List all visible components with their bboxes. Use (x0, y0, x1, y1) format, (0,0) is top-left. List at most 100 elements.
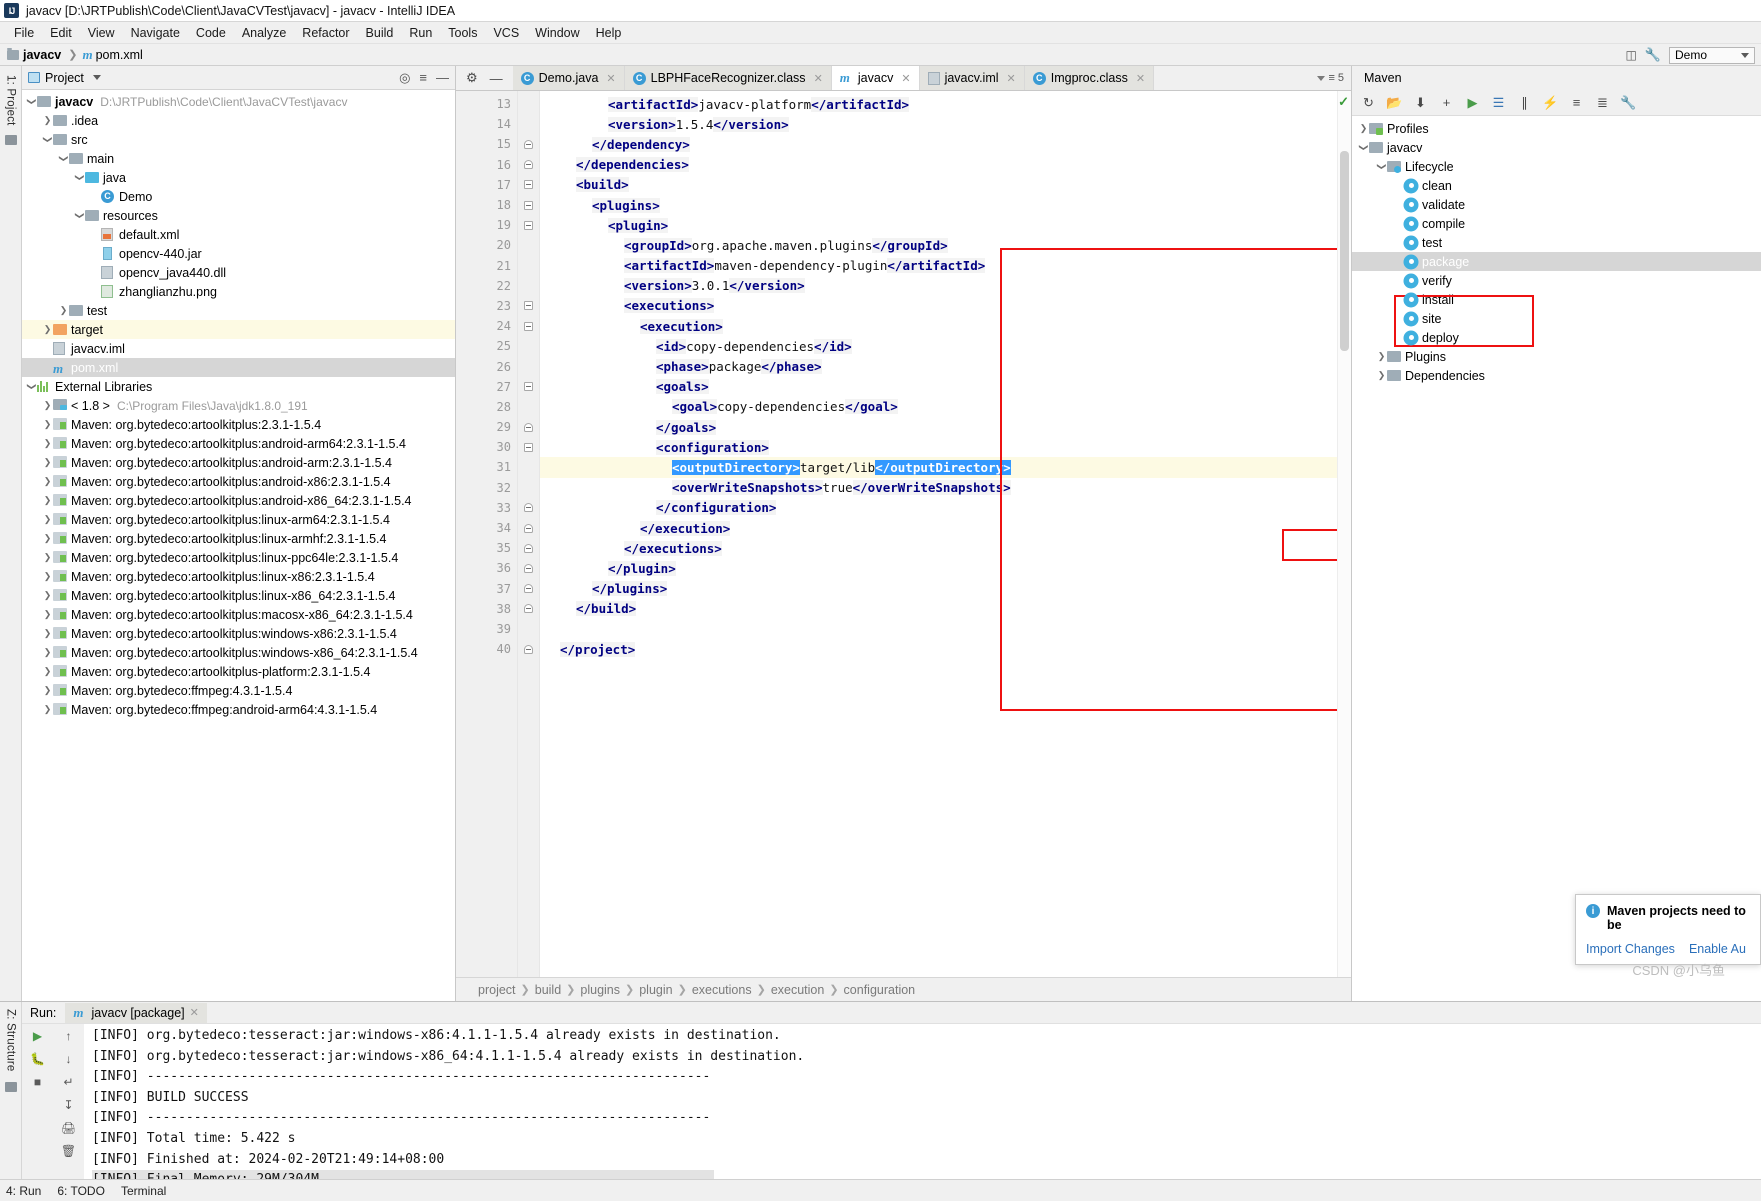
project-tree-row[interactable]: ❯ src (22, 130, 455, 149)
close-icon[interactable]: ✕ (1007, 72, 1016, 85)
layout-icon[interactable]: ◫ (1625, 48, 1636, 62)
code-line[interactable]: <overWriteSnapshots> true </overWriteSnaps… (540, 478, 1351, 498)
code-line[interactable] (540, 619, 1351, 639)
scroll-to-end-icon[interactable]: ↧ (63, 1098, 73, 1112)
editor-tab[interactable]: C Demo.java ✕ (512, 66, 625, 90)
fold-toggle-icon[interactable] (524, 220, 533, 230)
editor-breadcrumb-item[interactable]: build (535, 983, 561, 997)
fold-marker-slot[interactable] (518, 397, 539, 417)
fold-toggle-icon[interactable] (524, 422, 533, 432)
menu-view[interactable]: View (80, 24, 123, 42)
fold-marker-slot[interactable] (518, 417, 539, 437)
fold-marker-slot[interactable] (518, 336, 539, 356)
project-tree-row[interactable]: ❯ External Libraries (22, 377, 455, 396)
run-maven-build-icon[interactable]: ▶ (1465, 95, 1480, 110)
collapse-all-icon[interactable]: ≣ (1595, 95, 1610, 110)
maven-tree-row[interactable]: test (1352, 233, 1761, 252)
code-content[interactable]: <artifactId> javacv-platform </artifactId>… (540, 91, 1351, 977)
project-tree-row[interactable]: ❯ Maven: org.bytedeco:artoolkitplus:linux… (22, 548, 455, 567)
project-tree-row[interactable]: ❯ javacv D:\JRTPublish\Code\Client\JavaCVT… (22, 92, 455, 111)
chevron-right-icon[interactable]: ❯ (42, 324, 53, 335)
project-panel-title-group[interactable]: Project (28, 71, 101, 85)
status-todo-button[interactable]: 6: TODO (57, 1184, 105, 1198)
tool-window-button-structure[interactable]: Z: Structure (5, 1006, 17, 1074)
code-line[interactable]: <id> copy-dependencies </id> (540, 336, 1351, 356)
project-tree-row[interactable]: ❯ main (22, 149, 455, 168)
maven-tree-row[interactable]: ❯ Dependencies (1352, 366, 1761, 385)
run-tab[interactable]: m javacv [package] ✕ (65, 1002, 207, 1023)
project-tree[interactable]: ❯ javacv D:\JRTPublish\Code\Client\JavaCVT… (22, 90, 455, 1001)
rerun-icon[interactable]: ▶ (33, 1029, 42, 1043)
code-folding-gutter[interactable] (518, 91, 540, 977)
editor-tab[interactable]: javacv.iml ✕ (919, 66, 1025, 90)
project-tree-row[interactable]: opencv_java440.dll (22, 263, 455, 282)
project-tree-row[interactable]: ❯ target (22, 320, 455, 339)
locate-target-icon[interactable]: ◎ (399, 70, 410, 86)
project-tree-row[interactable]: ❯ java (22, 168, 455, 187)
enable-auto-import-link[interactable]: Enable Au (1689, 942, 1746, 956)
code-line[interactable]: </build> (540, 599, 1351, 619)
project-tree-row[interactable]: ❯ Maven: org.bytedeco:ffmpeg:android-arm6… (22, 700, 455, 719)
project-tree-row[interactable]: ❯ Maven: org.bytedeco:artoolkitplus:linux… (22, 510, 455, 529)
chevron-right-icon[interactable]: ❯ (42, 419, 53, 430)
chevron-right-icon[interactable]: ❯ (58, 305, 69, 316)
fold-toggle-icon[interactable] (524, 139, 533, 149)
chevron-right-icon[interactable]: ❯ (42, 400, 53, 411)
chevron-right-icon[interactable]: ❯ (42, 514, 53, 525)
fold-marker-slot[interactable] (518, 175, 539, 195)
chevron-right-icon[interactable]: ❯ (42, 571, 53, 582)
code-line[interactable]: </execution> (540, 518, 1351, 538)
fold-toggle-icon[interactable] (524, 584, 533, 594)
project-tree-row[interactable]: m pom.xml (22, 358, 455, 377)
maven-tree-row[interactable]: package (1352, 252, 1761, 271)
project-tree-row[interactable]: ❯ .idea (22, 111, 455, 130)
code-line[interactable]: </configuration> (540, 498, 1351, 518)
fold-marker-slot[interactable] (518, 579, 539, 599)
fold-toggle-icon[interactable] (524, 442, 533, 452)
fold-marker-slot[interactable] (518, 457, 539, 477)
project-tree-row[interactable]: ❯ < 1.8 > C:\Program Files\Java\jdk1.8.0_1… (22, 396, 455, 415)
code-line[interactable]: <goal> copy-dependencies </goal> (540, 397, 1351, 417)
project-tree-row[interactable]: ❯ resources (22, 206, 455, 225)
menu-file[interactable]: File (6, 24, 42, 42)
code-line[interactable]: </plugin> (540, 558, 1351, 578)
chevron-right-icon[interactable]: ❯ (42, 438, 53, 449)
maven-settings-icon[interactable]: 🔧 (1620, 95, 1636, 110)
fold-marker-slot[interactable] (518, 316, 539, 336)
code-line[interactable]: </project> (540, 639, 1351, 659)
favorites-icon[interactable] (4, 1082, 17, 1093)
fold-marker-slot[interactable] (518, 195, 539, 215)
fold-toggle-icon[interactable] (524, 604, 533, 614)
chevron-right-icon[interactable]: ❯ (42, 115, 53, 126)
project-tree-row[interactable]: ❯ Maven: org.bytedeco:ffmpeg:4.3.1-1.5.4 (22, 681, 455, 700)
fold-marker-slot[interactable] (518, 94, 539, 114)
maven-tree-row[interactable]: install (1352, 290, 1761, 309)
close-icon[interactable]: ✕ (190, 1006, 199, 1019)
project-tree-row[interactable]: ❯ Maven: org.bytedeco:artoolkitplus:linux… (22, 586, 455, 605)
fold-marker-slot[interactable] (518, 478, 539, 498)
chevron-right-icon[interactable]: ❯ (42, 533, 53, 544)
fold-marker-slot[interactable] (518, 155, 539, 175)
menu-run[interactable]: Run (401, 24, 440, 42)
inspection-indicator[interactable]: ≡ 5 (1313, 66, 1351, 90)
close-icon[interactable]: ✕ (814, 72, 823, 85)
project-tree-row[interactable]: ❯ Maven: org.bytedeco:artoolkitplus:andro… (22, 434, 455, 453)
code-line[interactable]: <plugin> (540, 215, 1351, 235)
maven-notification-popup[interactable]: i Maven projects need to be Import Chang… (1575, 894, 1761, 965)
scrollbar-thumb[interactable] (1340, 151, 1349, 351)
fold-toggle-icon[interactable] (524, 503, 533, 513)
project-tree-row[interactable]: javacv.iml (22, 339, 455, 358)
fold-marker-slot[interactable] (518, 498, 539, 518)
fold-toggle-icon[interactable] (524, 180, 533, 190)
editor-tab[interactable]: m javacv ✕ (831, 66, 920, 90)
maven-tree-row[interactable]: ❯ Lifecycle (1352, 157, 1761, 176)
tool-window-button-project[interactable]: 1: Project (5, 72, 17, 129)
editor-breadcrumb-item[interactable]: plugin (639, 983, 672, 997)
editor-breadcrumb-item[interactable]: execution (771, 983, 825, 997)
project-tree-row[interactable]: ❯ Maven: org.bytedeco:artoolkitplus:windo… (22, 643, 455, 662)
down-arrow-icon[interactable]: ↓ (66, 1052, 72, 1066)
fold-marker-slot[interactable] (518, 538, 539, 558)
up-arrow-icon[interactable]: ↑ (66, 1029, 72, 1043)
editor-scrollbar[interactable]: ✓ (1337, 91, 1351, 977)
menu-refactor[interactable]: Refactor (294, 24, 357, 42)
